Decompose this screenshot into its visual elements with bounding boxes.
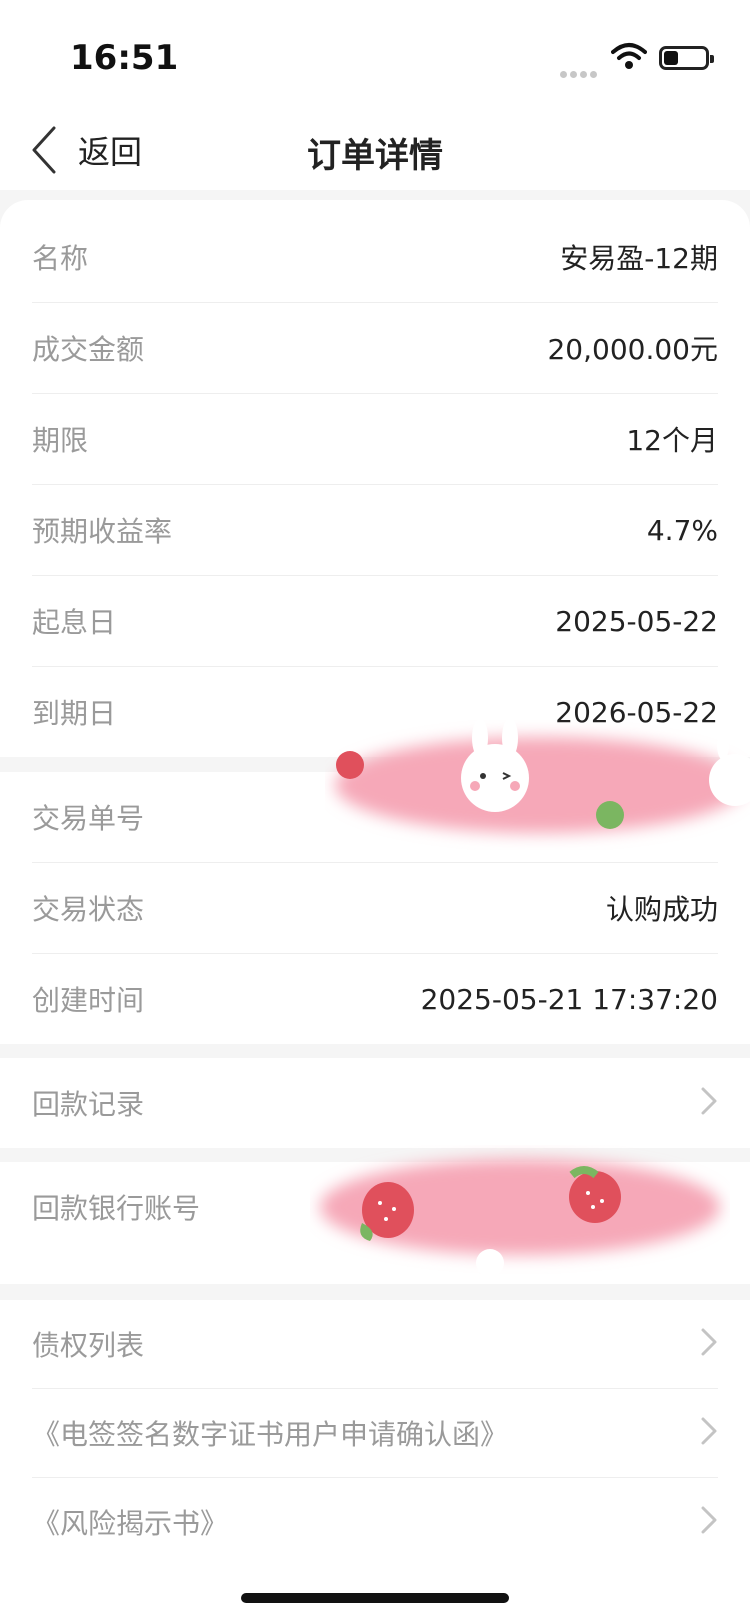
row-value: 12个月	[626, 424, 718, 457]
row-label: 交易单号	[32, 802, 145, 835]
row-value: 安易盈-12期	[560, 242, 718, 275]
link-row-risk-disclosure[interactable]: 《风险揭示书》	[32, 1478, 718, 1566]
wifi-icon	[611, 43, 647, 69]
row-label: 名称	[32, 242, 89, 275]
chevron-right-icon	[700, 1327, 718, 1361]
row-value: 2025-05-21 17:37:20	[420, 982, 718, 1016]
page-title: 订单详情	[307, 136, 443, 176]
detail-row-term: 期限 12个月	[32, 394, 718, 485]
redaction-sticker	[335, 720, 750, 833]
detail-row-status: 交易状态 认购成功	[32, 863, 718, 954]
chevron-right-icon	[700, 1505, 718, 1539]
detail-row-start-date: 起息日 2025-05-22	[32, 576, 718, 667]
status-time: 16:51	[70, 38, 179, 78]
link-row-claims-list[interactable]: 债权列表	[32, 1300, 718, 1389]
nav-bar: 返回 订单详情	[0, 110, 750, 190]
row-value: 2025-05-22	[555, 604, 718, 638]
row-label: 债权列表	[32, 1329, 145, 1362]
redaction-sticker	[320, 1159, 720, 1275]
row-label: 交易状态	[32, 893, 145, 926]
row-label: 到期日	[32, 697, 117, 730]
detail-row-yield: 预期收益率 4.7%	[32, 485, 718, 576]
product-details-card: 名称 安易盈-12期 成交金额 20,000.00元 期限 12个月 预期收益率…	[0, 200, 750, 757]
detail-row-created-time: 创建时间 2025-05-21 17:37:20	[32, 954, 718, 1044]
chevron-right-icon	[700, 1086, 718, 1120]
link-row-certificate-confirmation[interactable]: 《电签签名数字证书用户申请确认函》	[32, 1389, 718, 1478]
row-value: 4.7%	[646, 513, 718, 547]
detail-row-amount: 成交金额 20,000.00元	[32, 303, 718, 394]
signal-icon	[560, 63, 600, 78]
row-label: 回款银行账号	[32, 1192, 201, 1225]
home-indicator	[241, 1593, 509, 1603]
row-label: 《电签签名数字证书用户申请确认函》	[32, 1418, 509, 1451]
row-label: 《风险揭示书》	[32, 1507, 229, 1540]
row-label: 起息日	[32, 606, 117, 639]
repayment-record-row[interactable]: 回款记录	[32, 1058, 718, 1148]
row-label: 期限	[32, 424, 89, 457]
links-card: 债权列表 《电签签名数字证书用户申请确认函》 《风险揭示书》	[0, 1300, 750, 1624]
detail-row-name: 名称 安易盈-12期	[32, 212, 718, 303]
status-bar: 16:51	[0, 0, 750, 110]
repayment-record-card: 回款记录	[0, 1058, 750, 1148]
row-label: 回款记录	[32, 1088, 145, 1121]
row-value: 20,000.00元	[547, 333, 718, 366]
battery-icon	[659, 46, 714, 70]
row-label: 预期收益率	[32, 515, 173, 548]
row-label: 成交金额	[32, 333, 145, 366]
row-value: 认购成功	[605, 893, 718, 926]
row-label: 创建时间	[32, 984, 145, 1017]
chevron-right-icon	[700, 1416, 718, 1450]
